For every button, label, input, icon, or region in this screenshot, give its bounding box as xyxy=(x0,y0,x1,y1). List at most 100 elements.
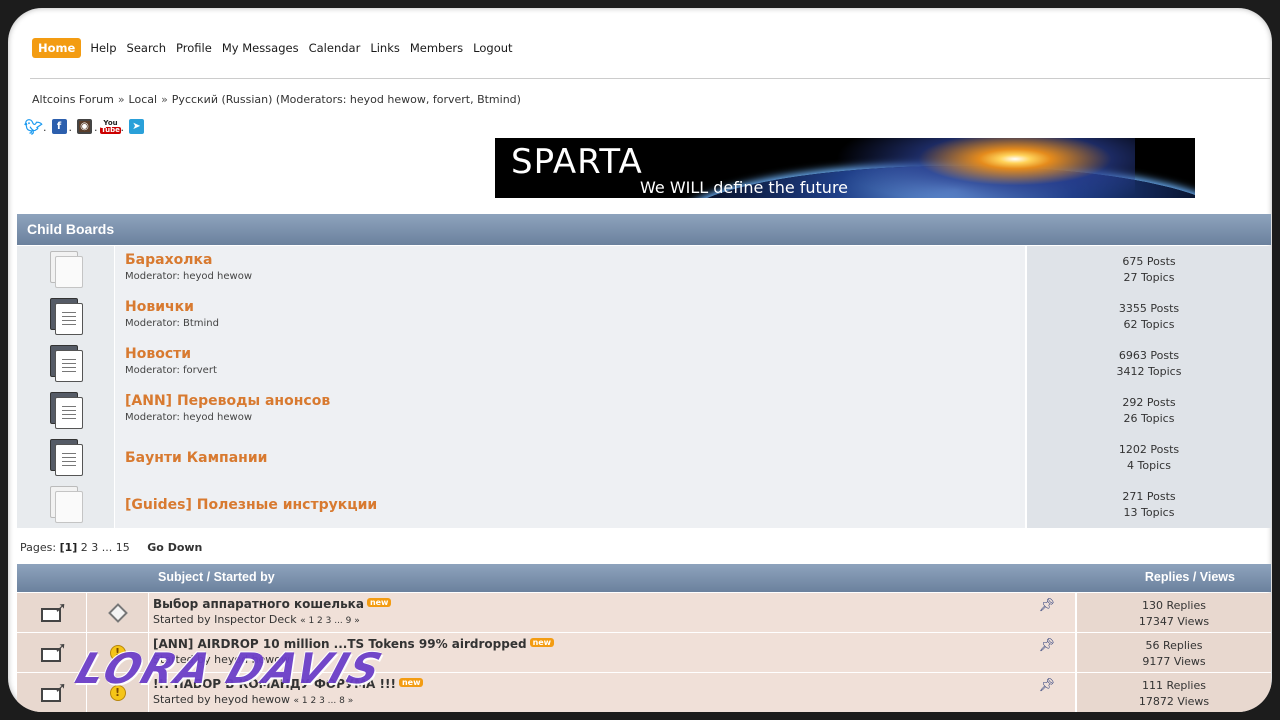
board-moderator: Moderator: Btmind xyxy=(125,318,219,329)
child-boards-list: Барахолка Moderator: heyod hewow 675 Post… xyxy=(17,246,1271,528)
board-moderator: Moderator: heyod hewow xyxy=(125,412,253,423)
board-stats: 3355 Posts 62 Topics xyxy=(1025,293,1271,340)
breadcrumb-local[interactable]: Local xyxy=(129,93,158,106)
board-icon-cell xyxy=(17,481,115,528)
twitter-icon[interactable]: 🐦︎ xyxy=(24,118,43,136)
menu-logout[interactable]: Logout xyxy=(472,39,513,57)
topic-stats: 111 Replies 17872 Views xyxy=(1075,673,1271,712)
topic-pages[interactable]: « 1 2 3 ... 8 » xyxy=(294,696,354,706)
hot-topic-icon: ➚ xyxy=(39,680,67,704)
go-down-link[interactable]: Go Down xyxy=(147,541,202,554)
topic-replies: 130 Replies xyxy=(1141,599,1206,612)
board-new-posts-icon xyxy=(49,344,83,383)
board-link[interactable]: Новички xyxy=(125,299,1015,315)
board-posts: 271 Posts xyxy=(1122,490,1176,503)
breadcrumb-current: Русский (Russian) (Moderators: heyod hew… xyxy=(171,93,521,106)
board-info: [ANN] Переводы анонсов Moderator: heyod h… xyxy=(115,387,1025,434)
social-separator: . xyxy=(94,121,98,134)
board-moderator: Moderator: heyod hewow xyxy=(125,271,253,282)
topic-started-by: Started by heyod hewow xyxy=(153,693,291,706)
social-separator: . xyxy=(120,121,125,134)
sparta-banner[interactable]: SPARTA We WILL define the future xyxy=(495,138,1195,198)
social-links: 🐦︎. f. ◉. You Tube. ➤ xyxy=(24,118,144,136)
menu-members[interactable]: Members xyxy=(409,39,464,57)
board-link[interactable]: Барахолка xyxy=(125,252,1015,268)
menu-links[interactable]: Links xyxy=(369,39,401,57)
board-topics: 13 Topics xyxy=(1123,506,1175,519)
board-link[interactable]: Баунти Кампании xyxy=(125,450,1015,466)
breadcrumb-separator: » xyxy=(117,93,125,106)
pagination: Pages: [1] 2 3 ... 15 Go Down xyxy=(20,541,202,554)
board-no-new-posts-icon xyxy=(49,485,83,524)
board-icon-cell xyxy=(17,246,115,293)
page-links[interactable]: 2 3 ... 15 xyxy=(81,541,130,554)
diamond-icon xyxy=(107,602,128,623)
board-new-posts-icon xyxy=(49,391,83,430)
board-row: Баунти Кампании 1202 Posts 4 Topics xyxy=(17,434,1271,481)
board-posts: 6963 Posts xyxy=(1118,349,1180,362)
board-stats: 675 Posts 27 Topics xyxy=(1025,246,1271,293)
menu-divider xyxy=(30,78,1270,79)
board-topics: 62 Topics xyxy=(1123,318,1175,331)
topic-title-link[interactable]: Выбор аппаратного кошелька xyxy=(153,597,364,611)
board-posts: 292 Posts xyxy=(1122,396,1176,409)
topic-pages[interactable]: « 1 2 3 ... 9 » xyxy=(300,616,360,626)
instagram-icon[interactable]: ◉ xyxy=(77,119,92,134)
youtube-icon[interactable]: You Tube xyxy=(100,119,121,134)
board-icon-cell xyxy=(17,293,115,340)
topic-views: 17872 Views xyxy=(1138,695,1210,708)
board-no-new-posts-icon xyxy=(49,250,83,289)
topic-row: ➚ Выбор аппаратного кошелька new Started … xyxy=(17,593,1271,633)
top-menu: Home Help Search Profile My Messages Cal… xyxy=(32,38,514,58)
board-moderator: Moderator: forvert xyxy=(125,365,217,376)
menu-calendar[interactable]: Calendar xyxy=(308,39,362,57)
facebook-icon[interactable]: f xyxy=(51,119,67,134)
board-row: Барахолка Moderator: heyod hewow 675 Post… xyxy=(17,246,1271,293)
pin-icon: 📌︎ xyxy=(1038,638,1055,653)
board-row: Новости Moderator: forvert 6963 Posts 3412… xyxy=(17,340,1271,387)
hot-topic-icon: ➚ xyxy=(39,600,67,624)
board-info: [Guides] Полезные инструкции xyxy=(115,481,1025,528)
topic-status-cell: ➚ xyxy=(17,633,87,672)
board-link[interactable]: [ANN] Переводы анонсов xyxy=(125,393,1015,409)
board-stats: 271 Posts 13 Topics xyxy=(1025,481,1271,528)
breadcrumb-altcoins-forum[interactable]: Altcoins Forum xyxy=(32,93,114,106)
board-icon-cell xyxy=(17,340,115,387)
board-info: Новички Moderator: Btmind xyxy=(115,293,1025,340)
page-frame: Home Help Search Profile My Messages Cal… xyxy=(8,8,1272,712)
board-info: Баунти Кампании xyxy=(115,434,1025,481)
hot-topic-icon: ➚ xyxy=(39,640,67,664)
banner-sunrise xyxy=(835,138,1135,198)
pin-icon: 📌︎ xyxy=(1038,598,1055,613)
social-separator: . xyxy=(68,121,73,134)
column-subject[interactable]: Subject / Started by xyxy=(158,570,275,584)
topic-replies: 56 Replies xyxy=(1145,639,1203,652)
breadcrumb: Altcoins Forum» Local» Русский (Russian) (… xyxy=(32,93,521,106)
lora-davis-watermark: LORA DAVIS xyxy=(70,644,390,693)
child-boards-header: Child Boards xyxy=(17,214,1271,245)
menu-home[interactable]: Home xyxy=(32,38,82,58)
board-row: [ANN] Переводы анонсов Moderator: heyod h… xyxy=(17,387,1271,434)
banner-tagline: We WILL define the future xyxy=(640,178,849,197)
pages-label: Pages: xyxy=(20,541,57,554)
board-row: [Guides] Полезные инструкции 271 Posts 13… xyxy=(17,481,1271,528)
new-badge[interactable]: new xyxy=(529,638,555,647)
column-replies-views[interactable]: Replies / Views xyxy=(1145,570,1235,584)
board-link[interactable]: Новости xyxy=(125,346,1015,362)
board-posts: 3355 Posts xyxy=(1118,302,1180,315)
banner-title: SPARTA xyxy=(511,142,643,182)
new-badge[interactable]: new xyxy=(366,598,392,607)
new-badge[interactable]: new xyxy=(398,678,424,687)
menu-help[interactable]: Help xyxy=(89,39,117,57)
menu-profile[interactable]: Profile xyxy=(175,39,213,57)
board-link[interactable]: [Guides] Полезные инструкции xyxy=(125,497,1015,513)
menu-my-messages[interactable]: My Messages xyxy=(221,39,300,57)
current-page: [1] xyxy=(59,541,78,554)
board-stats: 1202 Posts 4 Topics xyxy=(1025,434,1271,481)
menu-search[interactable]: Search xyxy=(126,39,168,57)
topic-status-cell: ➚ xyxy=(17,593,87,632)
telegram-icon[interactable]: ➤ xyxy=(129,119,144,134)
board-stats: 292 Posts 26 Topics xyxy=(1025,387,1271,434)
board-topics: 27 Topics xyxy=(1123,271,1175,284)
topic-list-header: Subject / Started by Replies / Views xyxy=(17,564,1271,592)
